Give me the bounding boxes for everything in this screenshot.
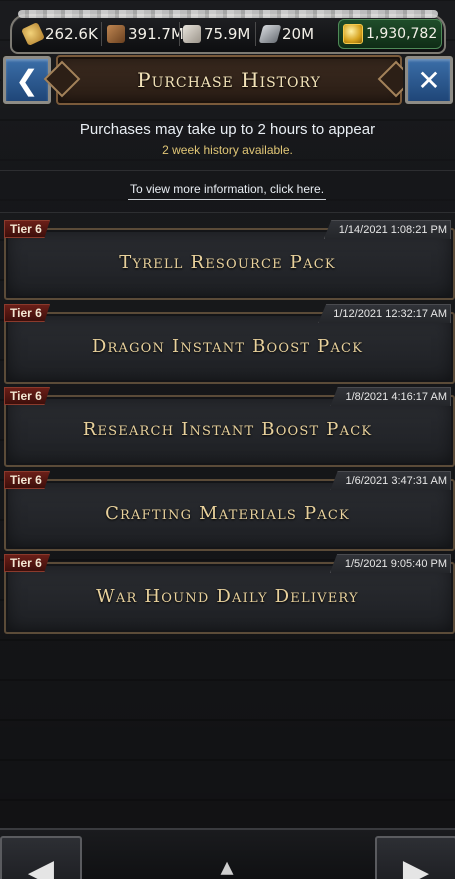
tier-badge: Tier 6 <box>4 220 50 238</box>
tier-badge: Tier 6 <box>4 471 50 489</box>
iron-icon <box>258 25 282 43</box>
purchase-timestamp: 1/8/2021 4:16:17 AM <box>330 387 451 406</box>
history-window-note: 2 week history available. <box>162 143 293 157</box>
page-title: Purchase History <box>137 68 321 92</box>
previous-page-button[interactable]: ◀ <box>0 836 82 879</box>
resource-divider <box>101 22 102 46</box>
divider <box>0 170 455 171</box>
purchase-item[interactable]: Tier 6 1/12/2021 12:32:17 AM Dragon Inst… <box>4 304 455 384</box>
tier-badge: Tier 6 <box>4 387 50 405</box>
wood-resource[interactable]: 391.7M <box>107 23 184 45</box>
purchase-item[interactable]: Tier 6 1/5/2021 9:05:40 PM War Hound Dai… <box>4 554 455 634</box>
purchase-item[interactable]: Tier 6 1/8/2021 4:16:17 AM Research Inst… <box>4 387 455 467</box>
purchase-history-screen: 262.6K 391.7M 75.9M 20M 1,930,782 ❮ Purc… <box>0 0 455 879</box>
purchase-item[interactable]: Tier 6 1/6/2021 3:47:31 AM Crafting Mate… <box>4 471 455 551</box>
arrow-left-icon: ◀ <box>27 852 55 879</box>
stone-resource[interactable]: 75.9M <box>183 23 250 45</box>
purchase-timestamp: 1/5/2021 9:05:40 PM <box>329 554 451 573</box>
stone-icon <box>183 25 201 43</box>
arrow-left-icon: ❮ <box>15 63 39 97</box>
divider <box>0 212 455 213</box>
close-icon: ✕ <box>417 63 441 97</box>
wheat-icon <box>21 22 45 46</box>
gold-resource-content: 1,930,782 <box>343 23 437 45</box>
food-resource[interactable]: 262.6K <box>21 22 98 46</box>
wood-icon <box>107 25 125 43</box>
purchase-item[interactable]: Tier 6 1/14/2021 1:08:21 PM Tyrell Resou… <box>4 220 455 300</box>
gold-coin-icon <box>343 24 363 44</box>
purchase-timestamp: 1/12/2021 12:32:17 AM <box>318 304 451 323</box>
more-info-link[interactable]: To view more information, click here. <box>128 182 326 200</box>
iron-amount: 20M <box>282 25 315 43</box>
purchase-delay-notice: Purchases may take up to 2 hours to appe… <box>79 121 376 138</box>
tier-badge: Tier 6 <box>4 554 50 572</box>
purchase-timestamp: 1/6/2021 3:47:31 AM <box>330 471 451 490</box>
arrow-right-icon: ▶ <box>402 852 430 879</box>
title-plate: Purchase History <box>56 55 402 105</box>
resource-bar: 262.6K 391.7M 75.9M 20M 1,930,782 <box>10 10 446 54</box>
page-indicator-icon: ▴ <box>220 852 234 879</box>
gold-resource[interactable]: 1,930,782 <box>338 19 442 49</box>
purchase-timestamp: 1/14/2021 1:08:21 PM <box>323 220 451 239</box>
gold-amount: 1,930,782 <box>366 26 438 42</box>
next-page-button[interactable]: ▶ <box>375 836 455 879</box>
stone-amount: 75.9M <box>204 25 251 43</box>
wood-amount: 391.7M <box>128 25 184 43</box>
resource-divider <box>255 22 256 46</box>
food-amount: 262.6K <box>45 25 98 43</box>
tier-badge: Tier 6 <box>4 304 50 322</box>
iron-resource[interactable]: 20M <box>258 23 315 45</box>
close-button[interactable]: ✕ <box>405 56 453 104</box>
resource-divider <box>179 22 180 46</box>
